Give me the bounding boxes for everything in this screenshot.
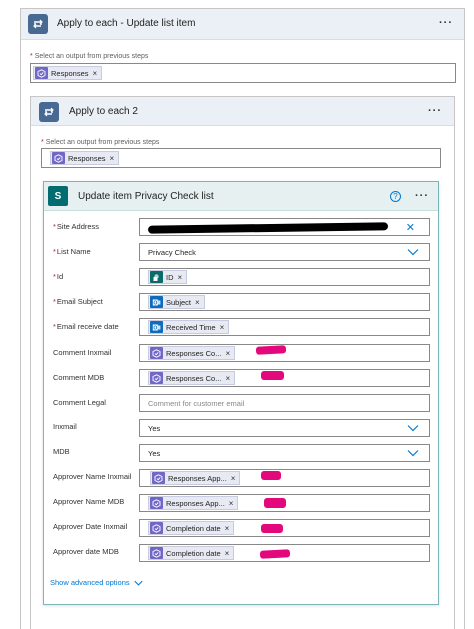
- remove-token-button[interactable]: ×: [229, 499, 234, 508]
- completion-date-token[interactable]: Completion date ×: [148, 521, 235, 535]
- outer-loop-more-button[interactable]: ···: [439, 17, 453, 29]
- approver-date-mdb-field[interactable]: Completion date ×: [139, 544, 430, 562]
- chevron-down-icon: [407, 425, 419, 432]
- highlight-mark: [264, 498, 286, 508]
- outer-loop-header[interactable]: Apply to each - Update list item ···: [21, 9, 464, 40]
- list-name-dropdown[interactable]: Privacy Check: [139, 243, 430, 261]
- action-header[interactable]: S Update item Privacy Check list ? ···: [44, 182, 438, 211]
- loop-icon: [39, 102, 59, 122]
- remove-token-button[interactable]: ×: [225, 374, 230, 383]
- comment-mdb-field[interactable]: Responses Co... ×: [139, 369, 430, 387]
- responses-token[interactable]: Responses ×: [33, 66, 103, 80]
- outlook-icon: O: [150, 296, 163, 308]
- id-label: *Id: [53, 272, 64, 281]
- highlight-mark: [259, 549, 291, 559]
- id-token[interactable]: ID ×: [148, 270, 188, 284]
- list-name-label: *List Name: [53, 247, 91, 256]
- mdb-dropdown[interactable]: Yes: [139, 444, 430, 462]
- comment-mdb-label: Comment MDB: [53, 373, 105, 382]
- forms-icon: [150, 497, 163, 509]
- action-more-button[interactable]: ···: [415, 190, 429, 202]
- mdb-label: MDB: [53, 447, 70, 456]
- loop-icon: [28, 14, 48, 34]
- remove-token-button[interactable]: ×: [231, 474, 236, 483]
- forms-icon: [150, 372, 163, 384]
- forms-icon: [35, 67, 48, 79]
- action-title: Update item Privacy Check list: [78, 191, 214, 202]
- email-subject-label: *Email Subject: [53, 297, 103, 306]
- outer-loop-title: Apply to each - Update list item: [57, 18, 196, 29]
- approver-name-mdb-field[interactable]: Responses App... ×: [139, 494, 430, 512]
- highlight-mark: [261, 371, 284, 380]
- approver-name-mdb-label: Approver Name MDB: [53, 497, 125, 506]
- inner-loop-header[interactable]: Apply to each 2 ···: [31, 97, 454, 126]
- help-icon[interactable]: ?: [390, 191, 401, 202]
- site-address-dropdown[interactable]: ✕: [139, 218, 430, 236]
- chevron-down-icon: [134, 580, 143, 586]
- remove-token-button[interactable]: ×: [110, 154, 115, 163]
- inner-select-output-field[interactable]: Responses ×: [41, 148, 441, 168]
- inner-select-output-label: * Select an output from previous steps: [41, 139, 160, 146]
- forms-icon: [150, 547, 163, 559]
- forms-icon: [150, 522, 163, 534]
- remove-token-button[interactable]: ×: [220, 323, 225, 332]
- outlook-icon: O: [150, 321, 163, 333]
- responses-comment-token[interactable]: Responses Co... ×: [148, 371, 236, 385]
- chevron-down-icon: [407, 450, 419, 457]
- inner-loop-title: Apply to each 2: [69, 106, 138, 117]
- show-advanced-options-link[interactable]: Show advanced options: [50, 578, 143, 587]
- received-time-token[interactable]: O Received Time ×: [148, 320, 230, 334]
- update-item-action-card: S Update item Privacy Check list ? ··· *…: [43, 181, 439, 605]
- approver-date-inxmail-label: Approver Date Inxmail: [53, 522, 128, 531]
- approver-date-inxmail-field[interactable]: Completion date ×: [139, 519, 430, 537]
- outer-select-output-label: * Select an output from previous steps: [30, 53, 149, 60]
- inxmail-dropdown[interactable]: Yes: [139, 419, 430, 437]
- responses-approver-token[interactable]: Responses App... ×: [150, 471, 241, 485]
- forms-icon: [52, 152, 65, 164]
- subject-token[interactable]: O Subject ×: [148, 295, 205, 309]
- forms-icon: [152, 472, 165, 484]
- forms-icon: [150, 347, 163, 359]
- remove-token-button[interactable]: ×: [178, 273, 183, 282]
- remove-token-button[interactable]: ×: [225, 524, 230, 533]
- comment-inxmail-label: Comment Inxmail: [53, 348, 112, 357]
- inxmail-label: Inxmail: [53, 422, 77, 431]
- sharepoint-icon: [150, 271, 163, 283]
- completion-date-token[interactable]: Completion date ×: [148, 546, 235, 560]
- clear-site-address-button[interactable]: ✕: [406, 221, 415, 234]
- comment-inxmail-field[interactable]: Responses Co... ×: [139, 344, 430, 362]
- responses-comment-token[interactable]: Responses Co... ×: [148, 346, 236, 360]
- svg-text:O: O: [153, 325, 157, 331]
- sharepoint-icon: S: [48, 186, 68, 206]
- svg-text:O: O: [153, 300, 157, 306]
- highlight-mark: [261, 524, 283, 533]
- id-field[interactable]: ID ×: [139, 268, 430, 286]
- redaction-mark: [147, 222, 389, 234]
- email-subject-field[interactable]: O Subject ×: [139, 293, 430, 311]
- inner-loop-more-button[interactable]: ···: [428, 105, 442, 117]
- site-address-label: *Site Address: [53, 222, 100, 231]
- comment-legal-label: Comment Legal: [53, 398, 106, 407]
- responses-token[interactable]: Responses ×: [50, 151, 120, 165]
- remove-token-button[interactable]: ×: [93, 69, 98, 78]
- highlight-mark: [261, 471, 281, 480]
- email-receive-date-field[interactable]: O Received Time ×: [139, 318, 430, 336]
- chevron-down-icon: [407, 249, 419, 256]
- comment-legal-field[interactable]: Comment for customer email: [139, 394, 430, 412]
- approver-name-inxmail-label: Approver Name Inxmail: [53, 472, 132, 481]
- remove-token-button[interactable]: ×: [225, 349, 230, 358]
- highlight-mark: [255, 345, 287, 355]
- approver-date-mdb-label: Approver date MDB: [53, 547, 119, 556]
- outer-select-output-field[interactable]: Responses ×: [30, 63, 456, 83]
- remove-token-button[interactable]: ×: [195, 298, 200, 307]
- remove-token-button[interactable]: ×: [225, 549, 230, 558]
- email-receive-date-label: *Email receive date: [53, 322, 119, 331]
- approver-name-inxmail-field[interactable]: Responses App... ×: [139, 469, 430, 487]
- responses-approver-token[interactable]: Responses App... ×: [148, 496, 239, 510]
